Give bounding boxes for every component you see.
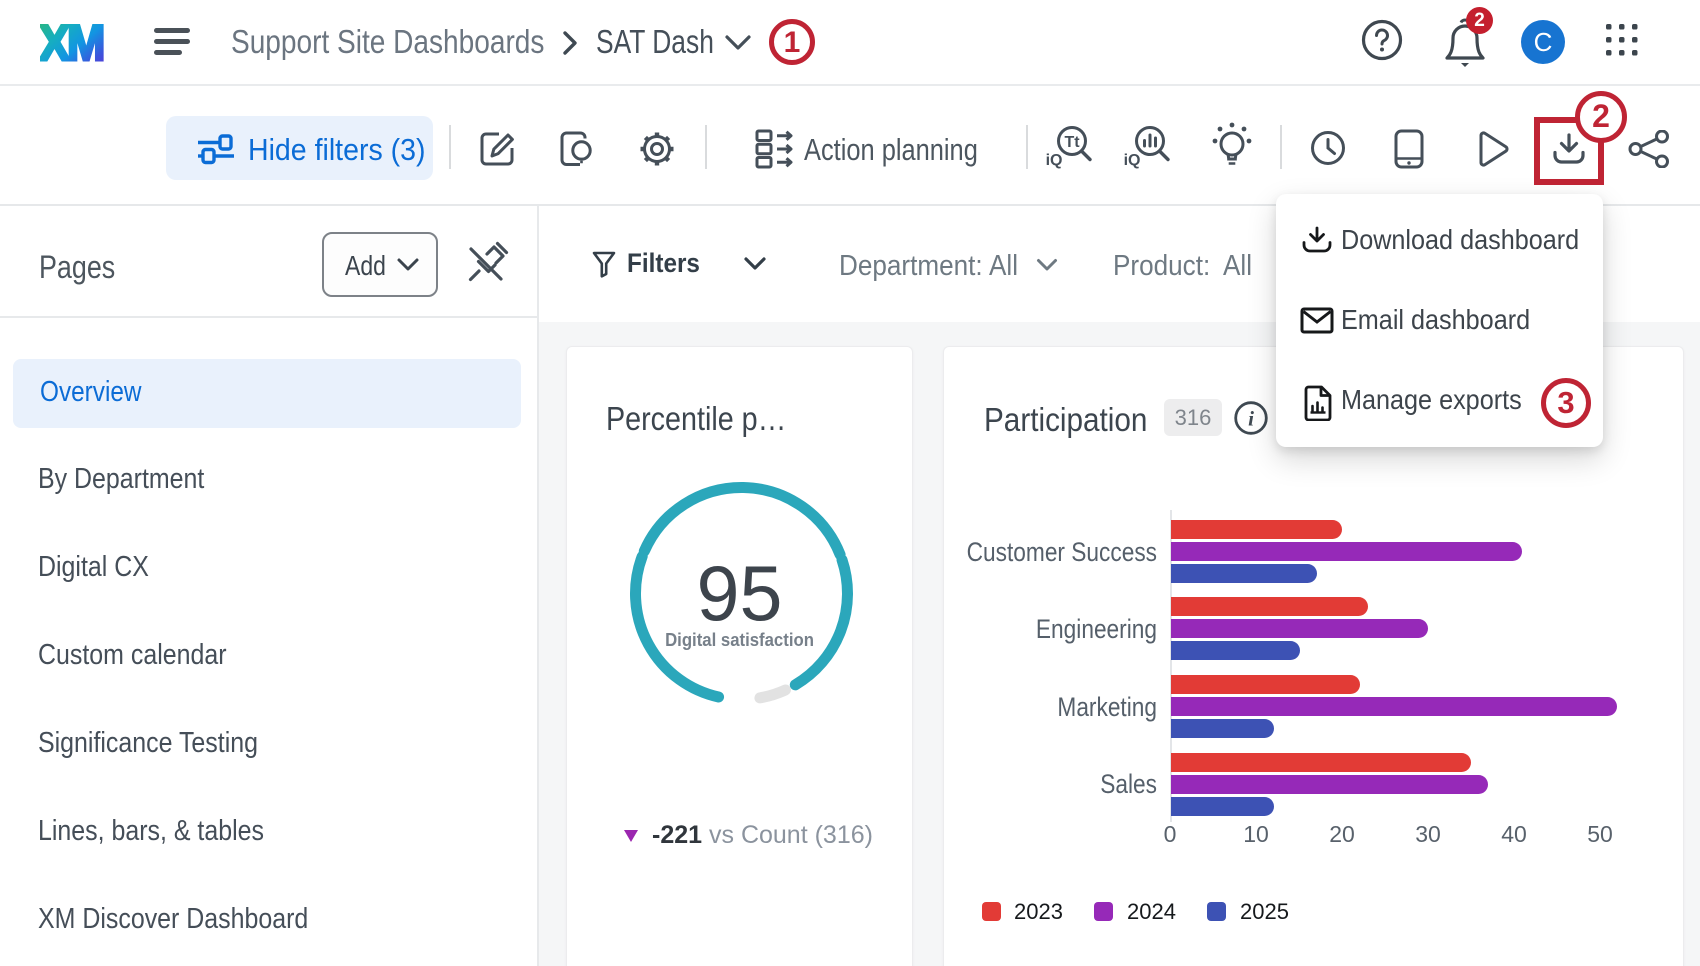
svg-text:iQ: iQ <box>1124 152 1140 169</box>
svg-text:i: i <box>1248 407 1254 431</box>
svg-text:iQ: iQ <box>1046 152 1062 169</box>
svg-text:Tt: Tt <box>1064 134 1080 151</box>
svg-text:XM: XM <box>40 16 103 68</box>
